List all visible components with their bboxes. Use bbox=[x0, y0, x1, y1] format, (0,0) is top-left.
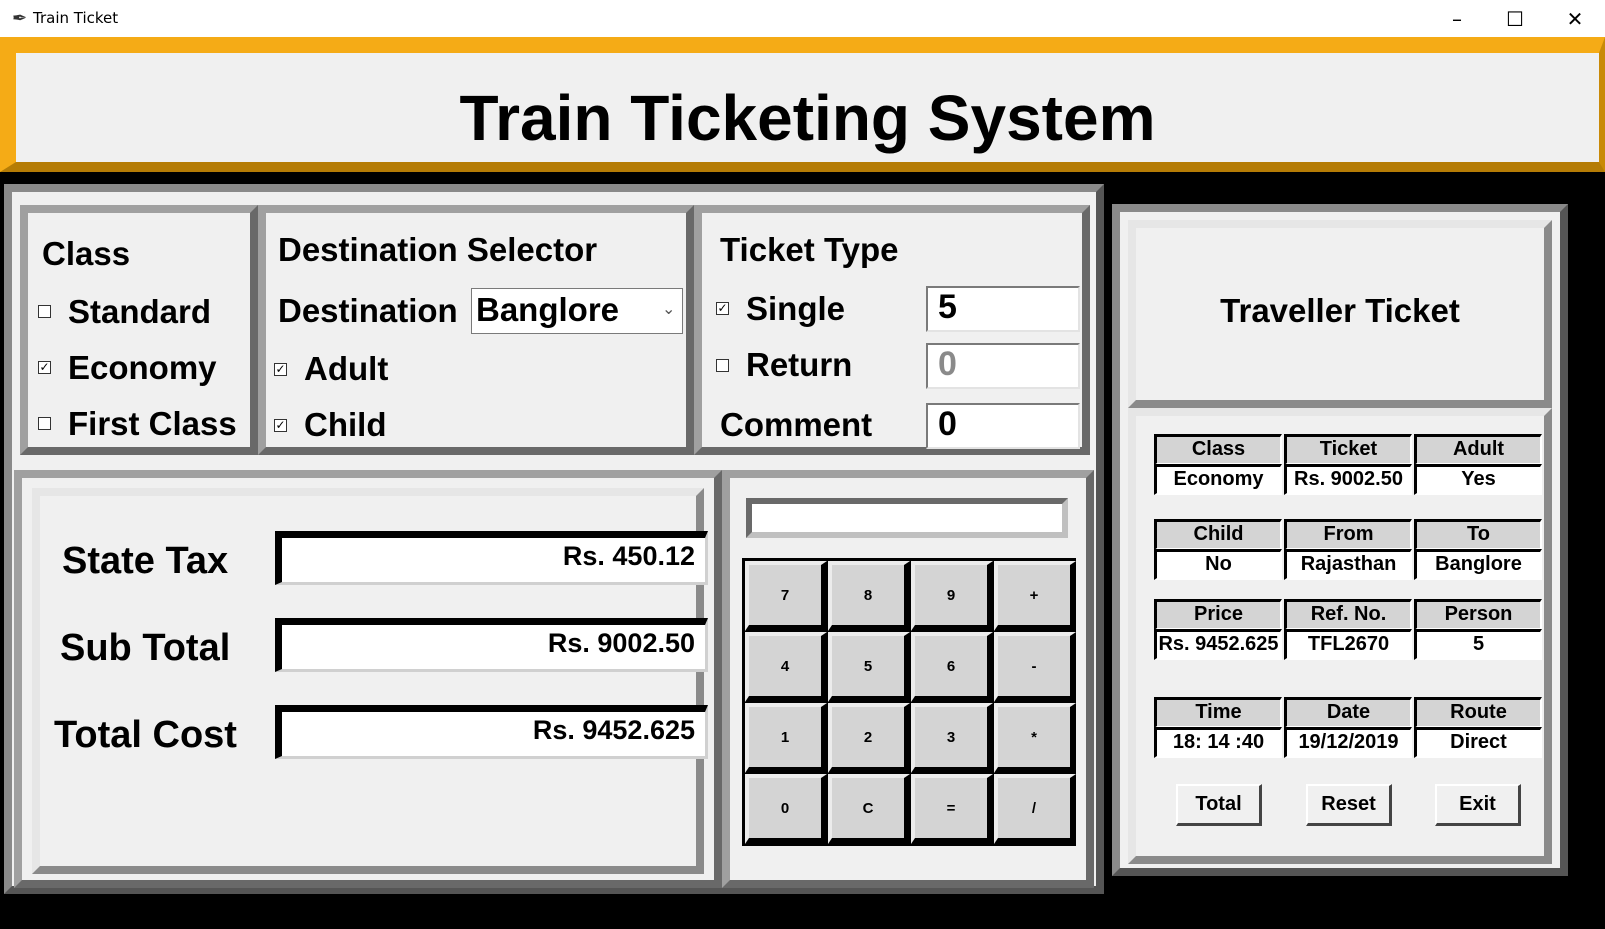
standard-label: Standard bbox=[68, 293, 212, 330]
key-3[interactable]: 3 bbox=[911, 703, 993, 773]
first-class-checkbox[interactable] bbox=[38, 417, 51, 430]
maximize-button[interactable]: ☐ bbox=[1486, 0, 1544, 37]
chevron-down-icon: ⌄ bbox=[662, 301, 676, 318]
ticket-heading: Traveller Ticket bbox=[1220, 292, 1460, 329]
destination-heading: Destination Selector bbox=[278, 231, 598, 268]
ticket-value-class: Economy bbox=[1154, 464, 1282, 495]
window-title-bar: ✒ Train Ticket – ☐ ✕ bbox=[0, 0, 1605, 37]
state-tax-label: State Tax bbox=[62, 540, 229, 582]
window-title: Train Ticket bbox=[33, 9, 119, 27]
ticket-header-adult: Adult bbox=[1414, 434, 1542, 465]
destination-select[interactable]: Banglore ⌄ bbox=[471, 288, 683, 334]
feather-icon: ✒ bbox=[12, 8, 28, 28]
return-input[interactable]: 0 bbox=[926, 343, 1080, 389]
comment-label: Comment bbox=[720, 406, 873, 443]
class-panel: Class Standard ✓ Economy First Class bbox=[20, 205, 258, 455]
total-button[interactable]: Total bbox=[1176, 784, 1262, 826]
calculator-display[interactable] bbox=[746, 498, 1068, 538]
ticket-header-ref-no: Ref. No. bbox=[1284, 599, 1412, 630]
economy-label: Economy bbox=[68, 349, 217, 386]
ticket-value-ticket: Rs. 9002.50 bbox=[1284, 464, 1412, 495]
ticket-header-price: Price bbox=[1154, 599, 1282, 630]
key-divide[interactable]: / bbox=[994, 774, 1076, 844]
adult-label: Adult bbox=[304, 350, 389, 387]
ticket-value-from: Rajasthan bbox=[1284, 549, 1412, 580]
ticket-value-child: No bbox=[1154, 549, 1282, 580]
costs-inner: State Tax Rs. 450.12 Sub Total Rs. 9002.… bbox=[32, 488, 708, 874]
ticket-header-person: Person bbox=[1414, 599, 1542, 630]
single-label: Single bbox=[746, 290, 846, 327]
destination-label: Destination bbox=[278, 292, 458, 329]
child-checkbox[interactable]: ✓ bbox=[274, 419, 287, 432]
ticket-value-person: 5 bbox=[1414, 629, 1542, 660]
ticket-value-date: 19/12/2019 bbox=[1284, 727, 1412, 758]
ticket-value-price: Rs. 9452.625 bbox=[1154, 629, 1282, 660]
ticket-header-child: Child bbox=[1154, 519, 1282, 550]
minimize-button[interactable]: – bbox=[1428, 0, 1486, 37]
calculator-panel: 7 8 9 + 4 5 6 - 1 2 3 * 0 C = / bbox=[722, 470, 1094, 888]
key-6[interactable]: 6 bbox=[911, 632, 993, 702]
single-input[interactable]: 5 bbox=[926, 286, 1080, 332]
key-7[interactable]: 7 bbox=[745, 561, 827, 631]
single-checkbox[interactable]: ✓ bbox=[716, 302, 729, 315]
ticket-header-time: Time bbox=[1154, 697, 1282, 728]
ticket-header-date: Date bbox=[1284, 697, 1412, 728]
key-2[interactable]: 2 bbox=[828, 703, 910, 773]
key-clear[interactable]: C bbox=[828, 774, 910, 844]
ticket-type-heading: Ticket Type bbox=[720, 231, 899, 268]
close-button[interactable]: ✕ bbox=[1546, 0, 1604, 37]
ticket-frame: Traveller Ticket Class Ticket Adult Econ… bbox=[1112, 204, 1568, 876]
reset-button[interactable]: Reset bbox=[1306, 784, 1392, 826]
key-4[interactable]: 4 bbox=[745, 632, 827, 702]
key-equals[interactable]: = bbox=[911, 774, 993, 844]
calculator-keypad: 7 8 9 + 4 5 6 - 1 2 3 * 0 C = / bbox=[742, 558, 1076, 846]
page-title: Train Ticketing System bbox=[459, 82, 1156, 154]
ticket-header-ticket: Ticket bbox=[1284, 434, 1412, 465]
ticket-value-to: Banglore bbox=[1414, 549, 1542, 580]
child-label: Child bbox=[304, 406, 387, 443]
ticket-type-panel: Ticket Type ✓ Single 5 Return 0 Comment … bbox=[694, 205, 1090, 455]
standard-checkbox[interactable] bbox=[38, 305, 51, 318]
key-minus[interactable]: - bbox=[994, 632, 1076, 702]
key-8[interactable]: 8 bbox=[828, 561, 910, 631]
key-9[interactable]: 9 bbox=[911, 561, 993, 631]
key-0[interactable]: 0 bbox=[745, 774, 827, 844]
total-cost-field[interactable]: Rs. 9452.625 bbox=[275, 705, 708, 759]
ticket-value-adult: Yes bbox=[1414, 464, 1542, 495]
comment-input[interactable]: 0 bbox=[926, 403, 1080, 449]
ticket-header-from: From bbox=[1284, 519, 1412, 550]
ticket-header-to: To bbox=[1414, 519, 1542, 550]
exit-button[interactable]: Exit bbox=[1435, 784, 1521, 826]
total-cost-label: Total Cost bbox=[54, 714, 237, 756]
destination-select-value: Banglore bbox=[476, 291, 620, 328]
ticket-header-class: Class bbox=[1154, 434, 1282, 465]
ticket-header-route: Route bbox=[1414, 697, 1542, 728]
costs-panel: State Tax Rs. 450.12 Sub Total Rs. 9002.… bbox=[14, 470, 722, 888]
class-heading: Class bbox=[42, 235, 131, 272]
first-class-label: First Class bbox=[68, 405, 237, 442]
sub-total-label: Sub Total bbox=[60, 627, 231, 669]
ticket-heading-box: Traveller Ticket bbox=[1128, 220, 1552, 408]
return-label: Return bbox=[746, 346, 853, 383]
destination-panel: Destination Selector Destination Banglor… bbox=[258, 205, 694, 455]
sub-total-field[interactable]: Rs. 9002.50 bbox=[275, 618, 708, 672]
state-tax-field[interactable]: Rs. 450.12 bbox=[275, 531, 708, 585]
ticket-details-box: Class Ticket Adult Economy Rs. 9002.50 Y… bbox=[1128, 408, 1552, 864]
key-multiply[interactable]: * bbox=[994, 703, 1076, 773]
key-1[interactable]: 1 bbox=[745, 703, 827, 773]
ticket-value-ref-no: TFL2670 bbox=[1284, 629, 1412, 660]
ticket-value-route: Direct bbox=[1414, 727, 1542, 758]
key-5[interactable]: 5 bbox=[828, 632, 910, 702]
economy-checkbox[interactable]: ✓ bbox=[38, 361, 51, 374]
adult-checkbox[interactable]: ✓ bbox=[274, 363, 287, 376]
header-banner: Train Ticketing System bbox=[0, 37, 1605, 172]
key-plus[interactable]: + bbox=[994, 561, 1076, 631]
ticket-value-time: 18: 14 :40 bbox=[1154, 727, 1282, 758]
return-checkbox[interactable] bbox=[716, 359, 729, 372]
